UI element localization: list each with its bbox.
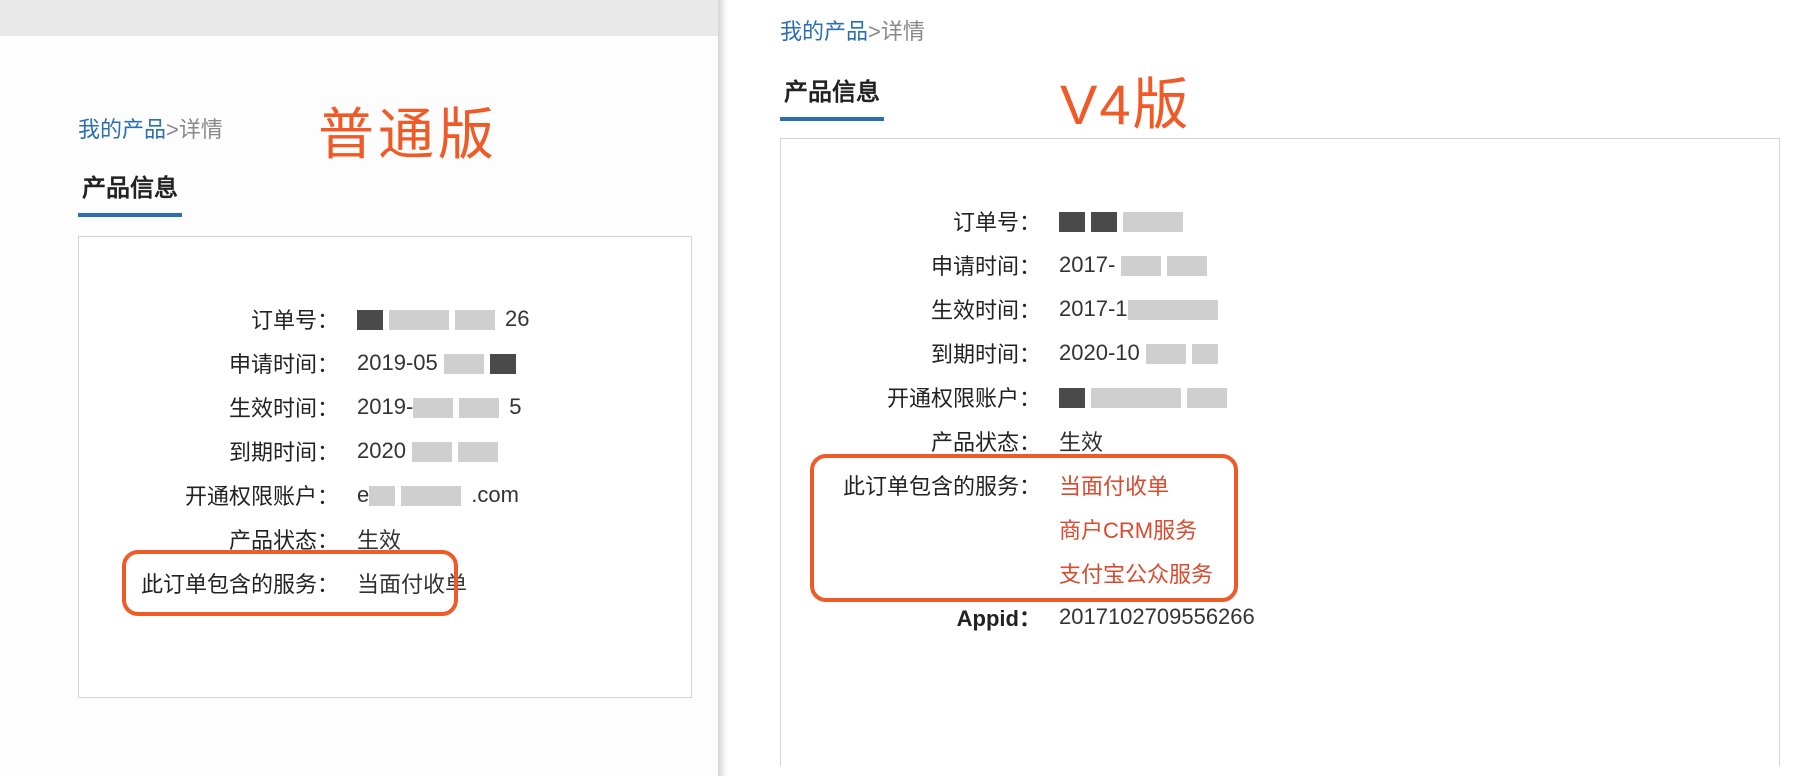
highlight-services-left [122, 550, 458, 616]
breadcrumb: 我的产品>详情 [78, 112, 223, 144]
breadcrumb-sep: > [868, 19, 881, 44]
value-expire-time: 2020-10 [1059, 340, 1224, 366]
value-appid: 2017102709556266 [1059, 604, 1255, 630]
left-version-panel: 普通版 我的产品>详情 产品信息 订单号： 26 申请时间： 2019-05 [0, 0, 720, 776]
value-account [1059, 384, 1233, 410]
row-order-no: 订单号： 26 [79, 297, 691, 341]
row-effective-time: 生效时间： 2017-1 [781, 287, 1779, 331]
label-account: 开通权限账户： [79, 479, 357, 511]
label-effective-time: 生效时间： [781, 293, 1059, 325]
tab-product-info[interactable]: 产品信息 [78, 168, 182, 217]
label-expire-time: 到期时间： [781, 337, 1059, 369]
breadcrumb-sep: > [166, 117, 179, 142]
value-apply-time: 2017- [1059, 252, 1213, 278]
breadcrumb-my-products[interactable]: 我的产品 [78, 117, 166, 142]
value-order-no: 26 [357, 306, 529, 332]
right-version-panel: V4版 我的产品>详情 产品信息 订单号： 申请时间： 2017- [780, 0, 1808, 776]
value-order-no [1059, 208, 1189, 234]
left-info-box: 订单号： 26 申请时间： 2019-05 生效时间： 2019-5 [78, 236, 692, 698]
row-expire-time: 到期时间： 2020 [79, 429, 691, 473]
label-effective-time: 生效时间： [79, 391, 357, 423]
divider-shadow [718, 0, 728, 776]
row-account: 开通权限账户： e.com [79, 473, 691, 517]
label-order-no: 订单号： [79, 303, 357, 335]
right-info-box: 订单号： 申请时间： 2017- 生效时间： 2017-1 [780, 138, 1780, 766]
label-apply-time: 申请时间： [781, 249, 1059, 281]
row-apply-time: 申请时间： 2017- [781, 243, 1779, 287]
value-effective-time: 2017-1 [1059, 296, 1224, 322]
label-expire-time: 到期时间： [79, 435, 357, 467]
value-account: e.com [357, 482, 519, 508]
value-apply-time: 2019-05 [357, 350, 522, 376]
left-version-annotation: 普通版 [318, 90, 498, 171]
value-expire-time: 2020 [357, 438, 504, 464]
right-version-annotation: V4版 [1060, 60, 1191, 141]
breadcrumb-current: 详情 [881, 19, 925, 44]
row-expire-time: 到期时间： 2020-10 [781, 331, 1779, 375]
label-appid: Appid： [781, 601, 1059, 633]
breadcrumb-my-products[interactable]: 我的产品 [780, 19, 868, 44]
tab-product-info[interactable]: 产品信息 [780, 72, 884, 121]
label-order-no: 订单号： [781, 205, 1059, 237]
left-topstrip [0, 0, 720, 36]
row-account: 开通权限账户： [781, 375, 1779, 419]
highlight-services-right [810, 454, 1238, 602]
label-apply-time: 申请时间： [79, 347, 357, 379]
value-status: 生效 [1059, 425, 1103, 457]
row-order-no: 订单号： [781, 199, 1779, 243]
label-status: 产品状态： [781, 425, 1059, 457]
row-apply-time: 申请时间： 2019-05 [79, 341, 691, 385]
comparison-stage: 普通版 我的产品>详情 产品信息 订单号： 26 申请时间： 2019-05 [0, 0, 1808, 776]
row-effective-time: 生效时间： 2019-5 [79, 385, 691, 429]
breadcrumb-current: 详情 [179, 117, 223, 142]
label-account: 开通权限账户： [781, 381, 1059, 413]
breadcrumb: 我的产品>详情 [780, 14, 925, 46]
value-effective-time: 2019-5 [357, 394, 522, 420]
